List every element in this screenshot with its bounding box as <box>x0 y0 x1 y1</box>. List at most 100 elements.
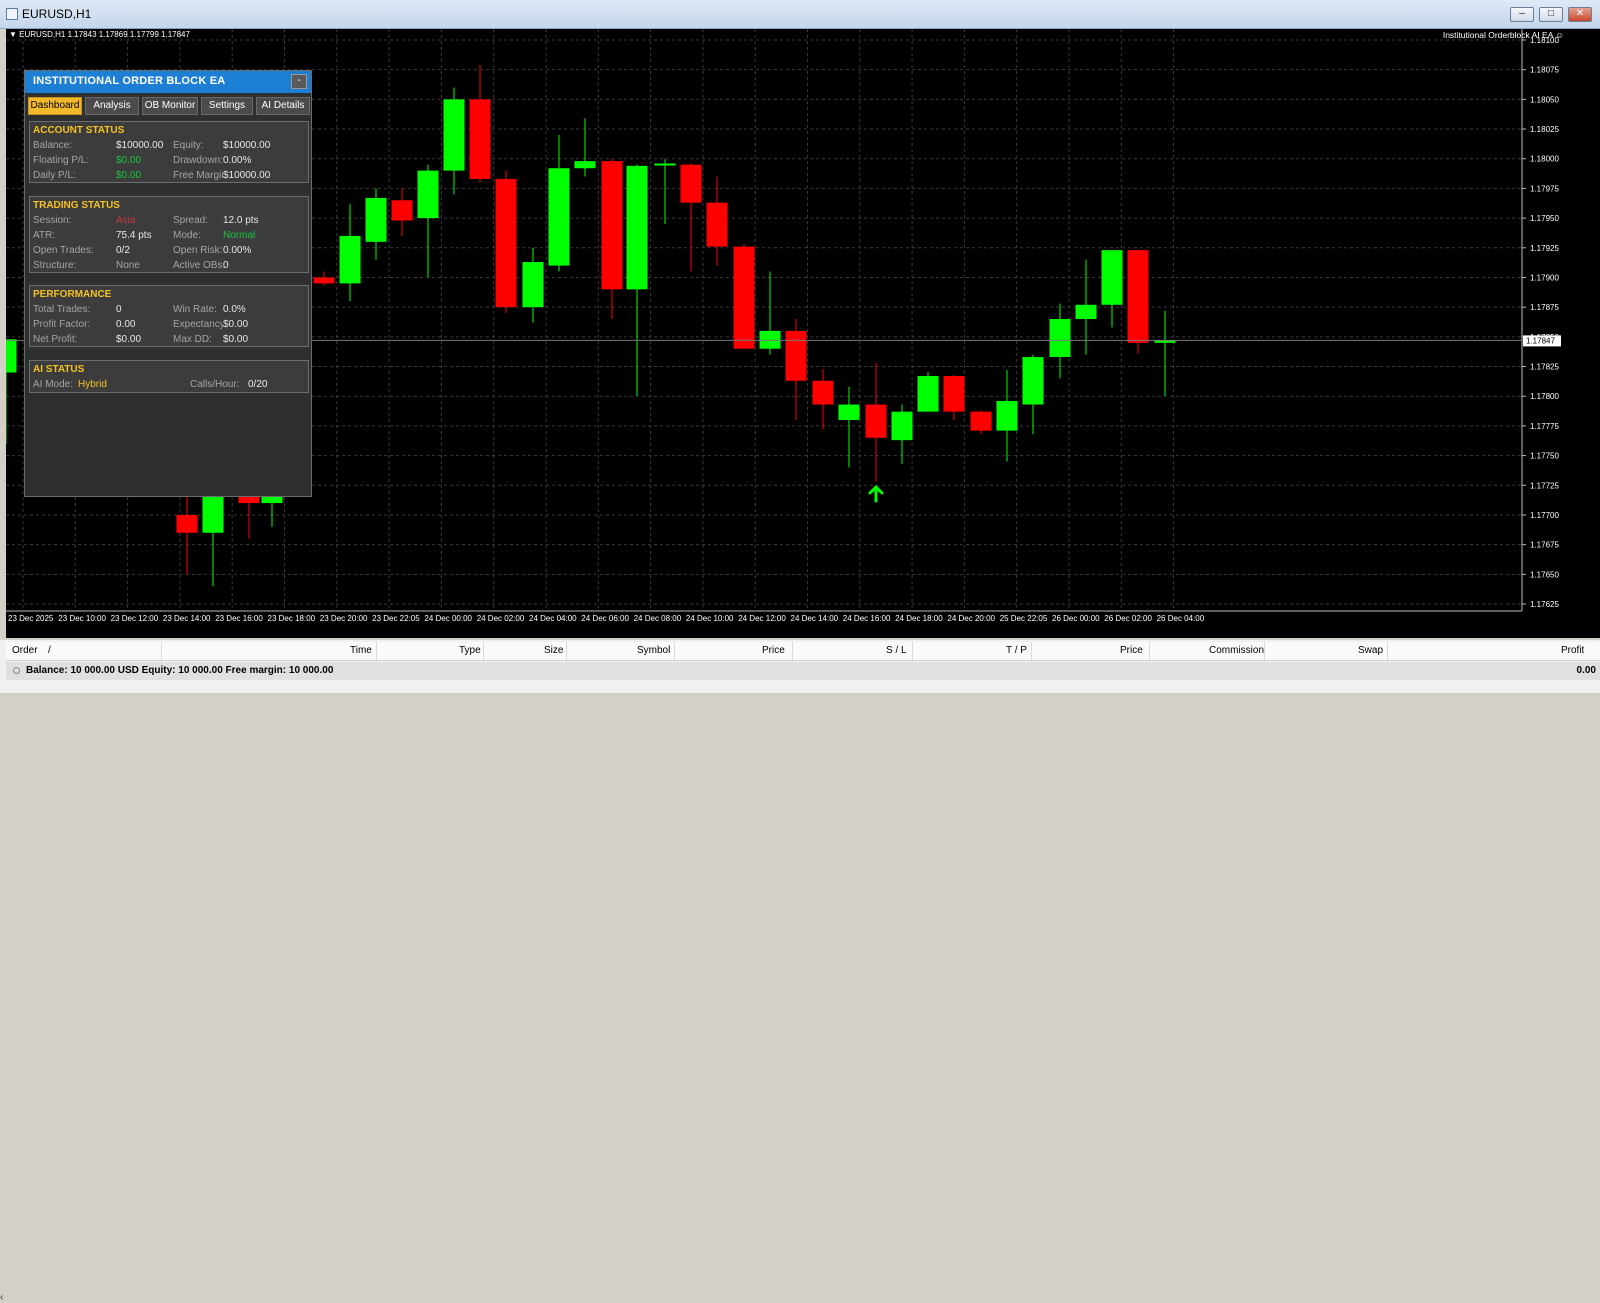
session-value: Asia <box>116 215 136 226</box>
column-separator[interactable] <box>1264 642 1265 660</box>
win-rate-value: 0.0% <box>223 304 246 315</box>
mode-value: Normal <box>223 230 256 241</box>
smiley-icon: ☺ <box>1555 30 1564 40</box>
total-profit: 0.00 <box>1576 665 1596 676</box>
open-trades-label: Open Trades: <box>33 245 94 256</box>
total-trades-label: Total Trades: <box>33 304 91 315</box>
minimize-button[interactable]: – <box>1510 7 1534 22</box>
tab-settings[interactable]: Settings <box>201 97 253 115</box>
candle-body <box>339 235 361 284</box>
column-separator[interactable] <box>792 642 793 660</box>
terminal-panel: ‹ Order / Time Type Size Symbol Price S … <box>0 640 1600 1303</box>
col-size[interactable]: Size <box>544 645 563 656</box>
section-title: AI STATUS <box>33 364 85 375</box>
time-axis-label: 24 Dec 12:00 <box>738 614 786 623</box>
col-sort-indicator: / <box>48 645 51 656</box>
balance-row[interactable]: Balance: 10 000.00 USD Equity: 10 000.00… <box>6 662 1600 680</box>
window-title: EURUSD,H1 <box>22 7 92 21</box>
candle-body <box>495 178 517 308</box>
candle-body <box>917 376 939 412</box>
price-axis-label: 1.18025 <box>1530 125 1559 134</box>
close-button[interactable]: ✕ <box>1568 7 1592 22</box>
time-axis-label: 25 Dec 22:05 <box>1000 614 1048 623</box>
price-axis-label: 1.18075 <box>1530 66 1559 75</box>
expectancy-label: Expectancy: <box>173 319 223 330</box>
candle-body <box>469 99 491 179</box>
balance-label: Balance: <box>33 140 72 151</box>
candle-body <box>970 411 992 431</box>
column-separator[interactable] <box>566 642 567 660</box>
candle-body <box>601 161 623 290</box>
time-axis-label: 24 Dec 18:00 <box>895 614 943 623</box>
candle-body <box>6 339 17 373</box>
mode-label: Mode: <box>173 230 201 241</box>
time-axis-label: 24 Dec 08:00 <box>634 614 682 623</box>
tab-dashboard[interactable]: Dashboard <box>28 97 82 115</box>
col-symbol[interactable]: Symbol <box>637 645 670 656</box>
price-axis-label: 1.17950 <box>1530 214 1559 223</box>
candle-body <box>733 246 755 349</box>
structure-value: None <box>116 260 140 271</box>
balance-value: $10000.00 <box>116 140 164 151</box>
open-trades-value: 0/2 <box>116 245 130 256</box>
candle-body <box>1127 250 1149 343</box>
candle-body <box>654 163 676 166</box>
tab-ob-monitor[interactable]: OB Monitor <box>142 97 198 115</box>
time-axis-label: 24 Dec 10:00 <box>686 614 734 623</box>
candle-body <box>891 411 913 441</box>
col-swap[interactable]: Swap <box>1358 645 1383 656</box>
time-axis-label: 23 Dec 20:00 <box>320 614 368 623</box>
col-type[interactable]: Type <box>459 645 481 656</box>
title-bar: EURUSD,H1 – □ ✕ <box>0 0 1600 29</box>
buy-arrow-icon <box>868 485 884 503</box>
candle-body <box>996 400 1018 431</box>
candle-body <box>1075 304 1097 320</box>
price-axis-label: 1.17975 <box>1530 184 1559 193</box>
price-axis-label: 1.17875 <box>1530 303 1559 312</box>
candle-body <box>443 99 465 171</box>
candle-body <box>1049 319 1071 358</box>
candle-body <box>680 164 702 203</box>
time-axis-label: 24 Dec 04:00 <box>529 614 577 623</box>
restore-button[interactable]: □ <box>1539 7 1563 22</box>
column-separator[interactable] <box>1149 642 1150 660</box>
column-separator[interactable] <box>674 642 675 660</box>
price-axis-label: 1.17800 <box>1530 392 1559 401</box>
chart-window-icon <box>6 8 18 20</box>
column-separator[interactable] <box>1387 642 1388 660</box>
ea-dashboard-panel: INSTITUTIONAL ORDER BLOCK EA - Dashboard… <box>24 70 312 497</box>
chart-header-text: EURUSD,H1 1.17843 1.17869 1.17799 1.1784… <box>19 30 190 39</box>
terminal-toggle-icon[interactable]: ‹ <box>0 1292 3 1303</box>
col-tp[interactable]: T / P <box>1006 645 1027 656</box>
col-price-current[interactable]: Price <box>1120 645 1143 656</box>
price-axis-label: 1.18050 <box>1530 95 1559 104</box>
column-separator[interactable] <box>161 642 162 660</box>
tab-analysis[interactable]: Analysis <box>85 97 139 115</box>
column-separator[interactable] <box>912 642 913 660</box>
max-dd-value: $0.00 <box>223 334 249 345</box>
candle-body <box>176 514 198 533</box>
tab-ai-details[interactable]: AI Details <box>256 97 310 115</box>
price-axis-label: 1.17675 <box>1530 541 1559 550</box>
col-price[interactable]: Price <box>762 645 785 656</box>
candle-body <box>785 330 807 381</box>
col-order[interactable]: Order <box>12 645 38 656</box>
candle-body <box>548 168 570 266</box>
col-time[interactable]: Time <box>350 645 372 656</box>
candle-body <box>812 380 834 405</box>
panel-minimize-button[interactable]: - <box>291 74 307 89</box>
expectancy-value: $0.00 <box>223 319 249 330</box>
price-axis-label: 1.17650 <box>1530 570 1559 579</box>
column-separator[interactable] <box>376 642 377 660</box>
candle-body <box>365 197 387 242</box>
structure-label: Structure: <box>33 260 77 271</box>
panel-header[interactable]: INSTITUTIONAL ORDER BLOCK EA - <box>25 71 311 93</box>
col-commission[interactable]: Commission <box>1209 645 1264 656</box>
candle-body <box>759 330 781 349</box>
col-sl[interactable]: S / L <box>886 645 907 656</box>
column-separator[interactable] <box>483 642 484 660</box>
col-profit[interactable]: Profit <box>1561 645 1584 656</box>
column-separator[interactable] <box>1031 642 1032 660</box>
trading-status-section: TRADING STATUS Session: Asia Spread: 12.… <box>29 196 309 273</box>
floating-pl-value: $0.00 <box>116 155 142 166</box>
